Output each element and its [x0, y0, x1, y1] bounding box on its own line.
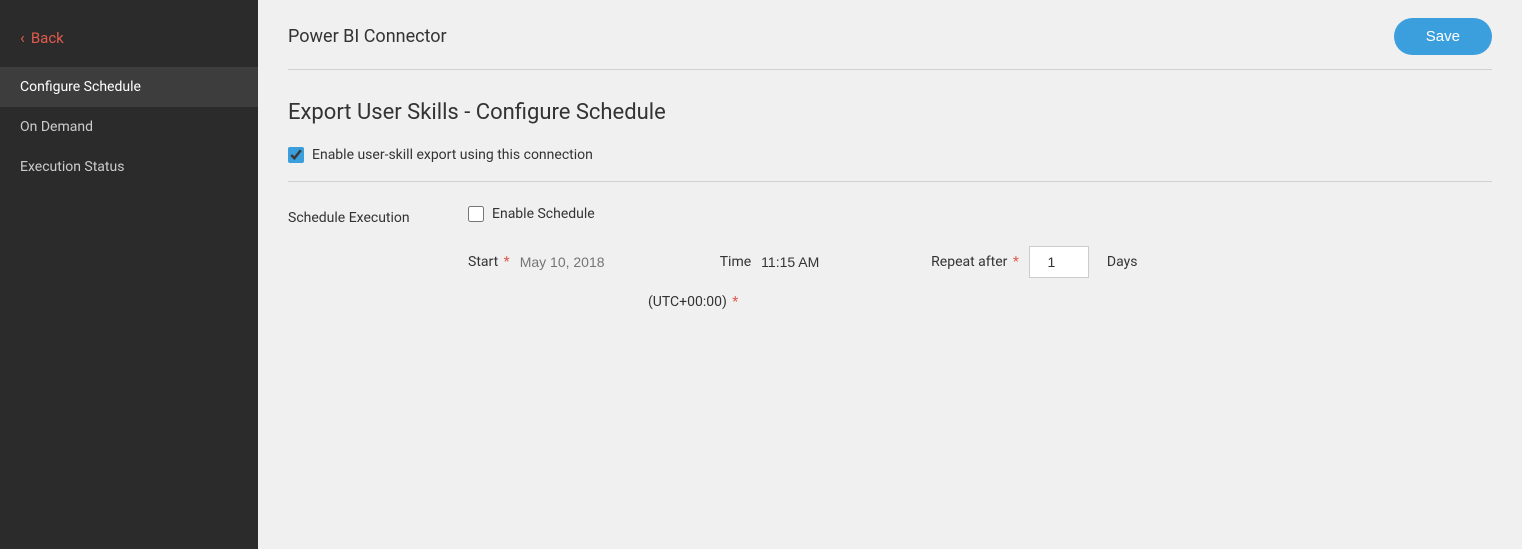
repeat-after-required-star: *: [1009, 254, 1019, 270]
utc-label: (UTC+00:00) *: [648, 294, 738, 310]
chevron-left-icon: ‹: [20, 28, 25, 47]
utc-required-star: *: [729, 294, 739, 310]
enable-export-label[interactable]: Enable user-skill export using this conn…: [312, 147, 593, 163]
back-label: Back: [31, 29, 64, 47]
section-divider: [288, 181, 1492, 182]
sidebar: ‹ Back Configure Schedule On Demand Exec…: [0, 0, 258, 549]
enable-export-row: Enable user-skill export using this conn…: [288, 147, 1492, 163]
time-label: Time: [720, 254, 751, 270]
enable-schedule-checkbox[interactable]: [468, 206, 484, 222]
back-button[interactable]: ‹ Back: [0, 0, 258, 67]
main-content: Power BI Connector Save Export User Skil…: [258, 0, 1522, 549]
start-required-star: *: [500, 254, 510, 270]
enable-schedule-label[interactable]: Enable Schedule: [492, 206, 595, 222]
sidebar-item-label: On Demand: [20, 119, 93, 135]
enable-export-checkbox[interactable]: [288, 147, 304, 163]
repeat-after-input[interactable]: [1029, 246, 1089, 278]
sidebar-item-configure-schedule[interactable]: Configure Schedule: [0, 67, 258, 107]
time-field-group: Time: [720, 254, 851, 270]
schedule-controls: Enable Schedule Start * Time: [468, 206, 1137, 310]
header: Power BI Connector Save: [258, 0, 1522, 55]
sidebar-item-execution-status[interactable]: Execution Status: [0, 147, 258, 187]
sidebar-item-on-demand[interactable]: On Demand: [0, 107, 258, 147]
sidebar-nav: Configure Schedule On Demand Execution S…: [0, 67, 258, 187]
save-button[interactable]: Save: [1394, 18, 1492, 55]
app-title: Power BI Connector: [288, 26, 447, 47]
start-label: Start *: [468, 254, 510, 270]
page-title: Export User Skills - Configure Schedule: [288, 100, 1492, 125]
start-field-group: Start *: [468, 254, 640, 270]
sidebar-item-label: Execution Status: [20, 159, 124, 175]
repeat-after-field-group: Repeat after * Days: [931, 246, 1137, 278]
enable-schedule-row: Enable Schedule: [468, 206, 1137, 222]
start-date-input[interactable]: [520, 254, 640, 270]
page-content: Export User Skills - Configure Schedule …: [258, 70, 1522, 549]
sidebar-item-label: Configure Schedule: [20, 79, 141, 95]
repeat-after-label: Repeat after *: [931, 254, 1019, 270]
fields-row: Start * Time Repeat after *: [468, 246, 1137, 278]
utc-row: (UTC+00:00) *: [468, 294, 1137, 310]
days-label: Days: [1107, 254, 1138, 270]
schedule-execution-section: Schedule Execution Enable Schedule Start…: [288, 206, 1492, 310]
time-input[interactable]: [761, 254, 851, 270]
schedule-execution-label: Schedule Execution: [288, 206, 428, 226]
